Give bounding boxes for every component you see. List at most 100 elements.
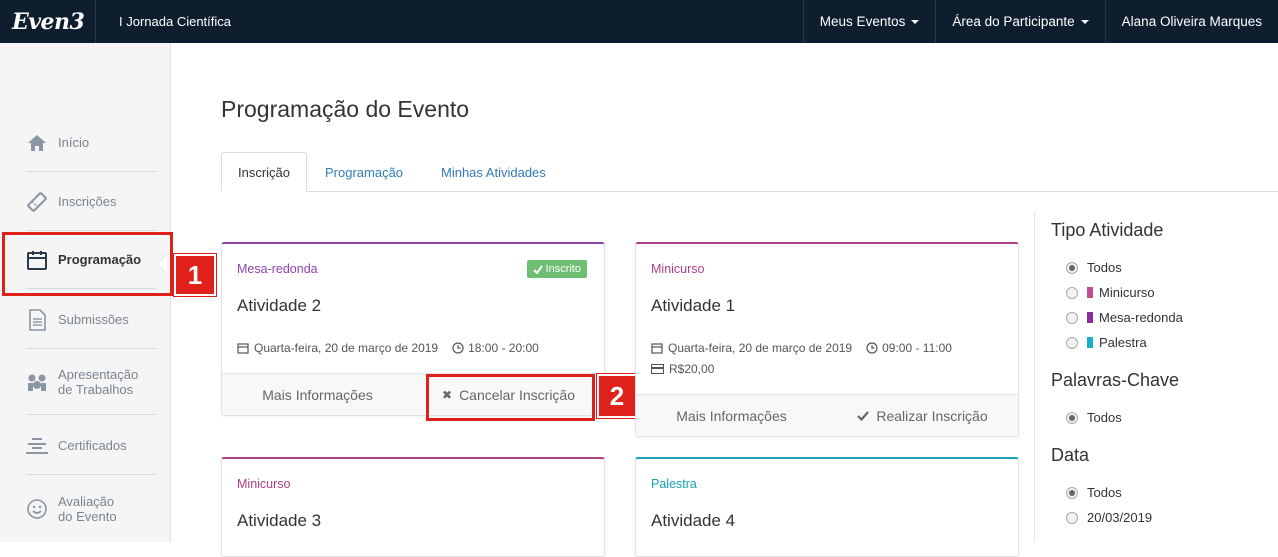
activity-price-row: R$20,00 (651, 362, 714, 376)
radio-button[interactable] (1066, 311, 1078, 324)
filters-panel: Tipo Atividade Todos Minicurso Mesa-redo… (1034, 212, 1278, 542)
activity-title[interactable]: Atividade 2 (237, 296, 321, 316)
sidebar-item-certificados[interactable]: Certificados (26, 417, 157, 475)
radio-button[interactable] (1066, 261, 1078, 274)
realizar-inscricao-label: Realizar Inscrição (876, 407, 988, 424)
filter-option-palestra[interactable]: Palestra (1066, 335, 1147, 350)
mais-informacoes-button[interactable]: Mais Informações (636, 395, 827, 436)
radio-button[interactable] (1066, 336, 1078, 349)
color-swatch (1087, 287, 1093, 298)
status-text: Inscrito (545, 263, 581, 275)
activity-card-atividade-4: Palestra Atividade 4 (635, 457, 1019, 557)
activity-time: 18:00 - 20:00 (468, 341, 539, 355)
activity-title[interactable]: Atividade 4 (651, 511, 735, 531)
filter-option-label: Minicurso (1099, 285, 1155, 300)
activity-type: Palestra (651, 477, 697, 491)
filter-option-label: Mesa-redonda (1099, 310, 1183, 325)
activity-card-atividade-3: Minicurso Atividade 3 (221, 457, 605, 557)
step-badge-2: 2 (596, 373, 638, 419)
sidebar-item-avaliacao[interactable]: Avaliação do Evento (26, 476, 157, 542)
filter-option-minicurso[interactable]: Minicurso (1066, 285, 1155, 300)
filter-option-todos[interactable]: Todos (1066, 410, 1122, 425)
filter-option-mesa-redonda[interactable]: Mesa-redonda (1066, 310, 1183, 325)
filter-option-date[interactable]: 20/03/2019 (1066, 510, 1152, 525)
sidebar-item-label: Certificados (58, 438, 127, 453)
activity-meta: Quarta-feira, 20 de março de 2019 18:00 … (237, 341, 539, 355)
user-menu[interactable]: Alana Oliveira Marques (1104, 0, 1278, 43)
presentation-icon (26, 371, 48, 393)
highlight-box-1 (2, 232, 173, 296)
step-badge-1: 1 (173, 253, 217, 297)
filter-option-todos[interactable]: Todos (1066, 260, 1122, 275)
page-title: Programação do Evento (221, 96, 470, 122)
activity-title[interactable]: Atividade 1 (651, 296, 735, 316)
card-footer: Mais Informações Realizar Inscrição (636, 394, 1018, 436)
filter-title-data: Data (1051, 445, 1090, 465)
event-name[interactable]: I Jornada Científica (96, 14, 803, 29)
ticket-icon (26, 191, 48, 213)
tabs-bar: Inscrição Programação Minhas Atividades (221, 152, 1278, 192)
filter-title-tipo-atividade: Tipo Atividade (1051, 220, 1164, 240)
smiley-icon (26, 498, 48, 520)
sidebar-item-label: Apresentação de Trabalhos (58, 366, 139, 397)
document-icon (26, 308, 48, 331)
activity-meta: Quarta-feira, 20 de março de 2019 09:00 … (651, 341, 952, 355)
activity-price: R$20,00 (669, 362, 715, 376)
status-badge: Inscrito (526, 260, 587, 278)
tab-minhas-atividades[interactable]: Minhas Atividades (426, 152, 561, 192)
filter-option-label: 20/03/2019 (1087, 510, 1153, 525)
tab-programacao[interactable]: Programação (310, 152, 418, 192)
meus-eventos-dropdown[interactable]: Meus Eventos (802, 0, 936, 43)
sidebar-item-submissoes[interactable]: Submissões (26, 291, 157, 349)
sidebar-item-label: Inscrições (58, 194, 117, 209)
sidebar-item-label: Início (58, 135, 90, 150)
caret-down-icon (911, 19, 920, 24)
check-icon (857, 410, 870, 421)
caret-down-icon (1080, 19, 1089, 24)
user-name: Alana Oliveira Marques (1121, 14, 1262, 29)
even3-logo[interactable]: Even3 (0, 0, 96, 43)
sidebar-item-inscricoes[interactable]: Inscrições (26, 173, 157, 231)
filter-option-label: Todos (1087, 410, 1122, 425)
sidebar-item-inicio[interactable]: Início (26, 114, 157, 172)
radio-button[interactable] (1066, 286, 1078, 299)
activity-time: 09:00 - 11:00 (882, 341, 952, 355)
filter-option-todos[interactable]: Todos (1066, 485, 1122, 500)
sidebar-item-label: Submissões (58, 312, 129, 327)
radio-button[interactable] (1066, 486, 1078, 499)
sidebar-item-apresentacao[interactable]: Apresentação de Trabalhos (26, 349, 157, 415)
highlight-box-2 (426, 374, 595, 421)
calendar-icon (651, 343, 663, 354)
area-participante-dropdown[interactable]: Área do Participante (935, 0, 1104, 43)
filter-option-label: Todos (1087, 485, 1122, 500)
color-swatch (1087, 312, 1093, 323)
clock-icon (452, 342, 464, 354)
activity-type: Minicurso (237, 477, 291, 491)
activity-type: Mesa-redonda (237, 262, 318, 276)
calendar-icon (237, 343, 249, 354)
radio-button[interactable] (1066, 511, 1078, 524)
meus-eventos-label: Meus Eventos (819, 14, 906, 29)
sidebar-item-label: Avaliação do Evento (58, 494, 117, 524)
radio-button[interactable] (1066, 411, 1078, 424)
check-icon (532, 264, 543, 274)
tab-inscricao[interactable]: Inscrição (221, 152, 307, 192)
certificate-icon (26, 435, 48, 457)
clock-icon (866, 342, 878, 354)
top-navbar: Even3 I Jornada Científica Meus Eventos … (0, 0, 1278, 43)
activity-date: Quarta-feira, 20 de março de 2019 (254, 341, 439, 355)
realizar-inscricao-button[interactable]: Realizar Inscrição (827, 395, 1018, 436)
activity-title[interactable]: Atividade 3 (237, 511, 321, 531)
area-participante-label: Área do Participante (952, 14, 1075, 29)
activity-card-atividade-1: Minicurso Atividade 1 Quarta-feira, 20 d… (635, 242, 1019, 437)
activity-date: Quarta-feira, 20 de março de 2019 (668, 341, 853, 355)
color-swatch (1087, 337, 1093, 348)
filter-option-label: Todos (1087, 260, 1122, 275)
mais-informacoes-button[interactable]: Mais Informações (222, 374, 413, 415)
credit-card-icon (651, 364, 664, 374)
filter-option-label: Palestra (1099, 335, 1147, 350)
top-nav-menu: Meus Eventos Área do Participante Alana … (802, 0, 1278, 43)
home-icon (26, 132, 48, 154)
filter-title-palavras-chave: Palavras-Chave (1051, 370, 1180, 390)
activity-type: Minicurso (651, 262, 705, 276)
